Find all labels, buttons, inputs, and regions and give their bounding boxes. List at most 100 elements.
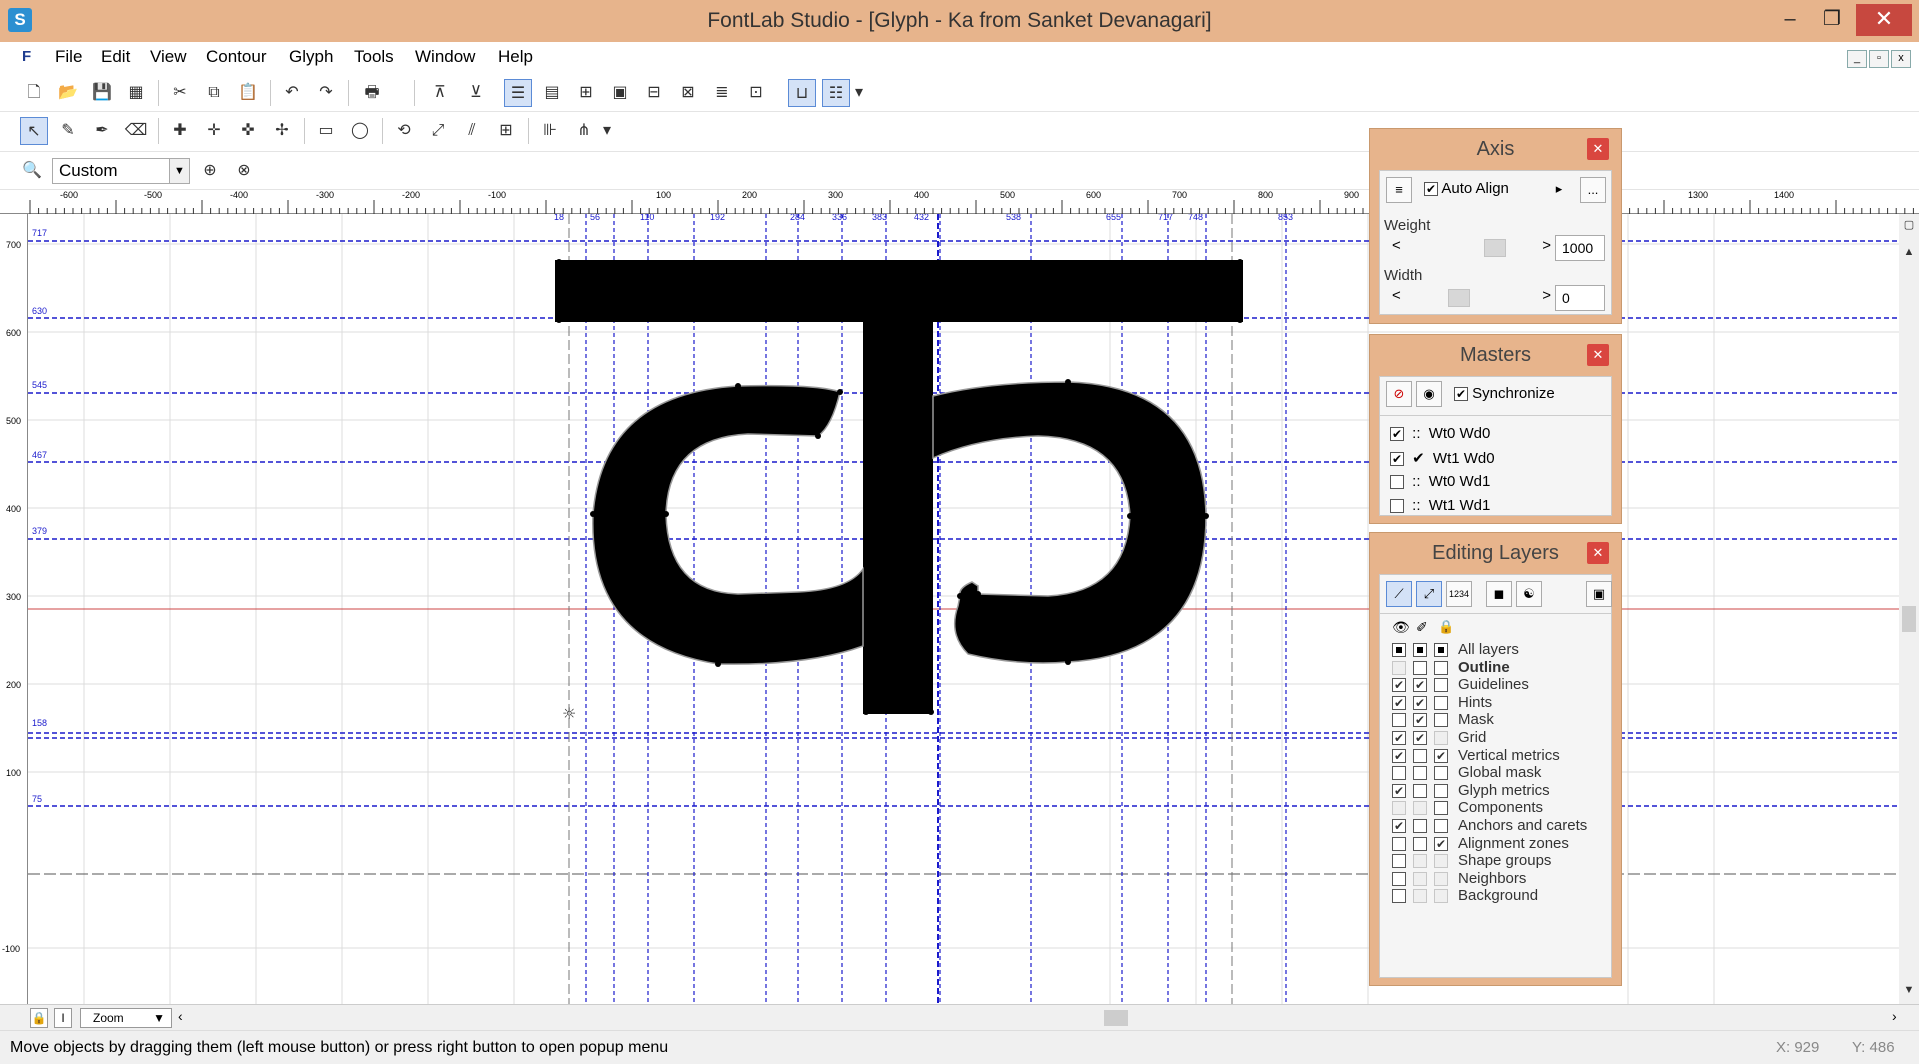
width-slider[interactable]: < >	[1388, 287, 1551, 307]
minimize-button[interactable]: –	[1770, 4, 1810, 36]
layer-checkbox[interactable]: ✔	[1392, 695, 1406, 710]
glyph-stem[interactable]	[863, 314, 933, 714]
menu-file[interactable]: File	[55, 47, 82, 67]
layer-checkbox[interactable]: ✔	[1434, 836, 1448, 851]
layer-checkbox[interactable]	[1413, 766, 1427, 781]
menu-tools[interactable]: Tools	[354, 47, 394, 67]
layer-checkbox[interactable]	[1413, 783, 1427, 798]
layer-checkbox[interactable]: ✔	[1413, 731, 1427, 745]
layer-checkbox[interactable]	[1434, 783, 1448, 798]
nodes-view-icon[interactable]: ⟋	[1386, 581, 1412, 607]
mdi-restore-button[interactable]: ▫	[1869, 50, 1889, 68]
masters-visibility-off-icon[interactable]: ⊘	[1386, 381, 1412, 407]
font-audit-icon[interactable]: ⊠	[674, 79, 702, 107]
layer-checkbox[interactable]	[1434, 678, 1448, 693]
grid-icon[interactable]: ⊡	[742, 79, 770, 107]
master-check[interactable]: ✔	[1390, 427, 1404, 442]
zoom-in-icon[interactable]: ⊕	[196, 157, 224, 185]
menu-contour[interactable]: Contour	[206, 47, 266, 67]
master-row[interactable]: ✔ :: Wt0 Wd0	[1390, 425, 1490, 442]
layer-checkbox[interactable]	[1413, 660, 1427, 675]
add-node-tool-icon[interactable]: ✚	[166, 117, 194, 145]
slider-left-icon[interactable]: <	[1392, 237, 1401, 254]
layers-panel-close-icon[interactable]: ✕	[1587, 542, 1609, 564]
scale-tool-icon[interactable]: ⤢	[424, 117, 452, 145]
close-button[interactable]: ✕	[1856, 4, 1912, 36]
zoom-mode-select[interactable]: Zoom ▼	[80, 1008, 172, 1028]
scroll-box-icon[interactable]: ▢	[1899, 218, 1919, 231]
layer-checkbox[interactable]	[1413, 801, 1427, 816]
layer-checkbox[interactable]	[1392, 836, 1406, 851]
menu-view[interactable]: View	[150, 47, 187, 67]
menu-help[interactable]: Help	[498, 47, 533, 67]
eraser-tool-icon[interactable]: ⌫	[122, 117, 150, 145]
layer-checkbox[interactable]	[1434, 643, 1448, 657]
layer-checkbox[interactable]	[1392, 801, 1406, 816]
chevron-down-icon[interactable]: ▾	[852, 79, 866, 107]
play-icon[interactable]: ▸	[1546, 177, 1572, 203]
layer-checkbox[interactable]: ✔	[1392, 678, 1406, 693]
new-file-icon[interactable]: 🗋	[20, 79, 48, 107]
cut-icon[interactable]: ✂	[166, 79, 194, 107]
rectangle-tool-icon[interactable]: ▭	[312, 117, 340, 145]
layer-checkbox[interactable]	[1392, 660, 1406, 675]
tt-hinting-icon[interactable]: ⊞	[572, 79, 600, 107]
width-value-field[interactable]: 0	[1555, 285, 1605, 311]
knife-tool-icon[interactable]: ⋔	[570, 117, 598, 145]
layer-checkbox[interactable]	[1434, 854, 1448, 869]
layer-checkbox[interactable]: ✔	[1434, 748, 1448, 763]
transform-tool-icon[interactable]: ⊞	[492, 117, 520, 145]
rotate-tool-icon[interactable]: ⟲	[390, 117, 418, 145]
layer-checkbox[interactable]	[1413, 871, 1427, 886]
layer-checkbox[interactable]	[1413, 643, 1427, 657]
mdi-minimize-button[interactable]: _	[1847, 50, 1867, 68]
axis-menu-icon[interactable]: ≡	[1386, 177, 1412, 203]
paste-icon[interactable]: 📋	[234, 79, 262, 107]
pen-tool-icon[interactable]: ✒	[88, 117, 116, 145]
master-check[interactable]	[1390, 499, 1404, 514]
chevron-down-icon[interactable]: ▾	[600, 117, 614, 145]
more-button[interactable]: ...	[1580, 177, 1606, 203]
layer-checkbox[interactable]	[1434, 801, 1448, 816]
glyph-headline[interactable]	[555, 260, 1243, 322]
glyph-right-bowl[interactable]	[932, 381, 1207, 664]
chevron-down-icon[interactable]: ▼	[153, 1009, 165, 1027]
masters-panel-close-icon[interactable]: ✕	[1587, 344, 1609, 366]
layer-checkbox[interactable]	[1434, 766, 1448, 781]
layer-options-icon[interactable]: ▣	[1586, 581, 1612, 607]
layer-checkbox[interactable]: ✔	[1392, 819, 1406, 833]
font-window-icon[interactable]: ▤	[538, 79, 566, 107]
layer-checkbox[interactable]	[1434, 819, 1448, 833]
master-row[interactable]: :: Wt0 Wd1	[1390, 473, 1490, 490]
layer-checkbox[interactable]	[1392, 713, 1406, 728]
layer-checkbox[interactable]: ✔	[1392, 783, 1406, 798]
layer-checkbox[interactable]	[1392, 871, 1406, 886]
slant-tool-icon[interactable]: ⫽	[458, 117, 486, 145]
layer-checkbox[interactable]	[1413, 889, 1427, 904]
synchronize-checkbox[interactable]: ✔ Synchronize	[1454, 385, 1555, 402]
master-row[interactable]: :: Wt1 Wd1	[1390, 497, 1490, 514]
layer-checkbox[interactable]	[1392, 854, 1406, 869]
chevron-down-icon[interactable]: ▼	[169, 159, 189, 183]
pencil-tool-icon[interactable]: ✎	[54, 117, 82, 145]
master-check[interactable]: ✔	[1390, 452, 1404, 467]
master-row[interactable]: ✔ ✔ Wt1 Wd0	[1390, 449, 1495, 467]
curve-node-tool-icon[interactable]: ✜	[234, 117, 262, 145]
corner-node-tool-icon[interactable]: ✛	[200, 117, 228, 145]
controls-view-icon[interactable]: ⤢	[1416, 581, 1442, 607]
glyph-outline[interactable]	[555, 259, 1243, 715]
magnifier-icon[interactable]: 🔍	[18, 157, 46, 185]
undo-icon[interactable]: ↶	[278, 79, 306, 107]
layer-checkbox[interactable]	[1434, 713, 1448, 728]
preview-icon[interactable]: ☯	[1516, 581, 1542, 607]
menu-glyph[interactable]: Glyph	[289, 47, 333, 67]
measure-tool-icon[interactable]: ⊪	[536, 117, 564, 145]
layer-checkbox[interactable]	[1392, 643, 1406, 657]
layer-checkbox[interactable]: ✔	[1392, 731, 1406, 745]
auto-align-check[interactable]: ✔	[1424, 182, 1438, 197]
panels-icon[interactable]: ☷	[822, 79, 850, 107]
auto-align-checkbox[interactable]: ✔ Auto Align	[1424, 180, 1509, 197]
scroll-thumb[interactable]	[1902, 606, 1916, 632]
layer-checkbox[interactable]	[1434, 889, 1448, 904]
layer-checkbox[interactable]	[1413, 854, 1427, 869]
